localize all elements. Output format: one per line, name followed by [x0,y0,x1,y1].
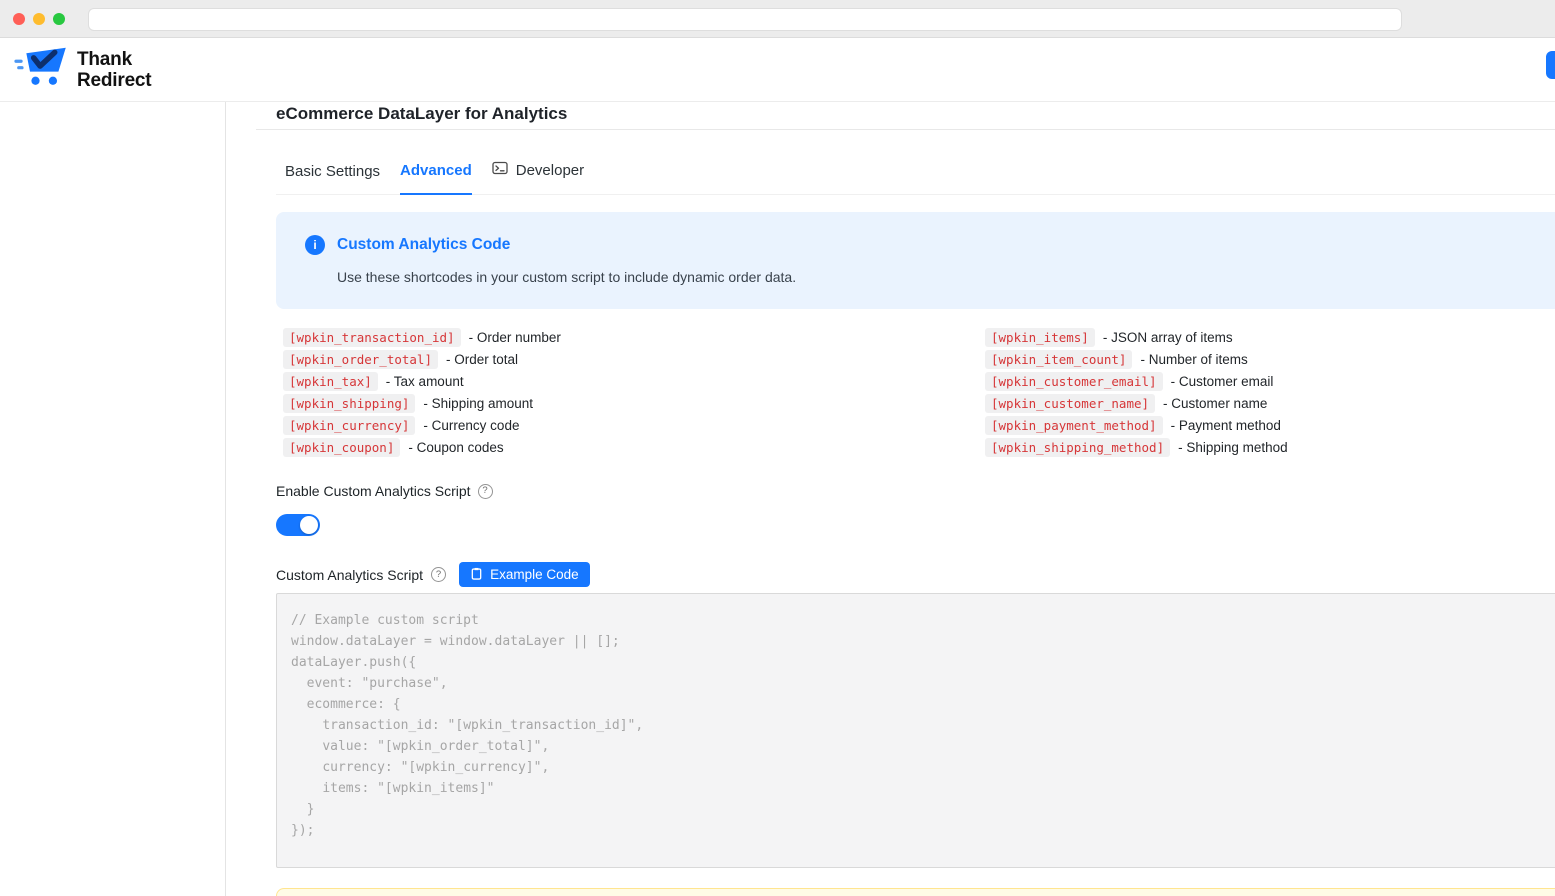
toggle-knob [300,516,318,534]
tab-advanced[interactable]: Advanced [400,161,472,195]
title-divider [256,129,1555,130]
shortcode-chip: [wpkin_coupon] [283,438,400,457]
shortcode-description: - Payment method [1171,418,1281,433]
shortcode-chip: [wpkin_tax] [283,372,378,391]
address-bar[interactable] [88,8,1402,31]
shortcode-description: - JSON array of items [1103,330,1233,345]
custom-script-field: Custom Analytics Script ? Example Code [276,562,1555,587]
shortcode-description: - Order total [446,352,518,367]
shortcode-row: [wpkin_tax] - Tax amount [283,372,985,391]
shortcode-chip: [wpkin_item_count] [985,350,1132,369]
shortcode-chip: [wpkin_items] [985,328,1095,347]
shortcode-description: - Customer email [1171,374,1274,389]
enable-script-toggle[interactable] [276,514,320,536]
shortcode-lists: [wpkin_transaction_id] - Order number [w… [276,328,1555,457]
shortcode-chip: [wpkin_shipping_method] [985,438,1170,457]
app-header: Thank Redirect [0,38,1555,102]
shortcode-row: [wpkin_customer_name] - Customer name [985,394,1288,413]
shortcode-row: [wpkin_shipping_method] - Shipping metho… [985,438,1288,457]
info-banner-title: Custom Analytics Code [337,236,510,254]
example-code-button[interactable]: Example Code [459,562,590,587]
enable-script-label: Enable Custom Analytics Script [276,483,471,499]
shortcode-description: - Shipping amount [423,396,533,411]
shortcode-row: [wpkin_transaction_id] - Order number [283,328,985,347]
header-action-button-cutoff[interactable] [1546,51,1555,79]
shortcode-description: - Currency code [423,418,519,433]
shortcode-description: - Order number [469,330,561,345]
browser-chrome [0,0,1555,38]
page-title: eCommerce DataLayer for Analytics [276,104,1555,129]
shortcode-chip: [wpkin_payment_method] [985,416,1163,435]
info-icon: i [305,235,325,255]
info-banner-description: Use these shortcodes in your custom scri… [337,269,1551,285]
shortcode-chip: [wpkin_currency] [283,416,415,435]
paste-icon [470,567,483,583]
shortcode-description: - Customer name [1163,396,1267,411]
shortcode-chip: [wpkin_customer_email] [985,372,1163,391]
shortcode-row: [wpkin_order_total] - Order total [283,350,985,369]
shortcode-description: - Shipping method [1178,440,1288,455]
shortcode-description: - Number of items [1140,352,1247,367]
shortcode-description: - Tax amount [386,374,464,389]
main-content: eCommerce DataLayer for Analytics Basic … [226,102,1555,896]
shortcode-chip: [wpkin_transaction_id] [283,328,461,347]
terminal-icon [492,160,508,182]
shortcode-row: [wpkin_coupon] - Coupon codes [283,438,985,457]
help-icon[interactable]: ? [431,567,446,582]
close-window-button[interactable] [13,13,25,25]
shortcode-chip: [wpkin_customer_name] [985,394,1155,413]
zoom-window-button[interactable] [53,13,65,25]
shortcode-row: [wpkin_customer_email] - Customer email [985,372,1288,391]
brand-name: Thank Redirect [77,49,151,91]
shortcode-row: [wpkin_currency] - Currency code [283,416,985,435]
brand: Thank Redirect [12,45,151,94]
shortcode-description: - Coupon codes [408,440,503,455]
info-banner: i Custom Analytics Code Use these shortc… [276,212,1555,309]
sidebar [0,102,226,896]
minimize-window-button[interactable] [33,13,45,25]
shortcode-chip: [wpkin_order_total] [283,350,438,369]
shortcode-row: [wpkin_items] - JSON array of items [985,328,1288,347]
shortcode-chip: [wpkin_shipping] [283,394,415,413]
help-icon[interactable]: ? [478,484,493,499]
warning-banner [276,888,1555,896]
shortcode-row: [wpkin_item_count] - Number of items [985,350,1288,369]
shortcode-list-right: [wpkin_items] - JSON array of items [wpk… [985,328,1288,457]
shortcode-row: [wpkin_shipping] - Shipping amount [283,394,985,413]
custom-script-textarea[interactable] [276,593,1555,868]
enable-script-field: Enable Custom Analytics Script ? [276,483,1555,499]
window-controls [13,13,65,25]
settings-tabs: Basic Settings Advanced Developer [276,160,1555,195]
shortcode-row: [wpkin_payment_method] - Payment method [985,416,1288,435]
shortcode-list-left: [wpkin_transaction_id] - Order number [w… [283,328,985,457]
tab-basic-settings[interactable]: Basic Settings [285,162,380,194]
cart-logo-icon [12,45,70,94]
tab-developer[interactable]: Developer [492,160,584,194]
custom-script-label: Custom Analytics Script [276,567,423,583]
